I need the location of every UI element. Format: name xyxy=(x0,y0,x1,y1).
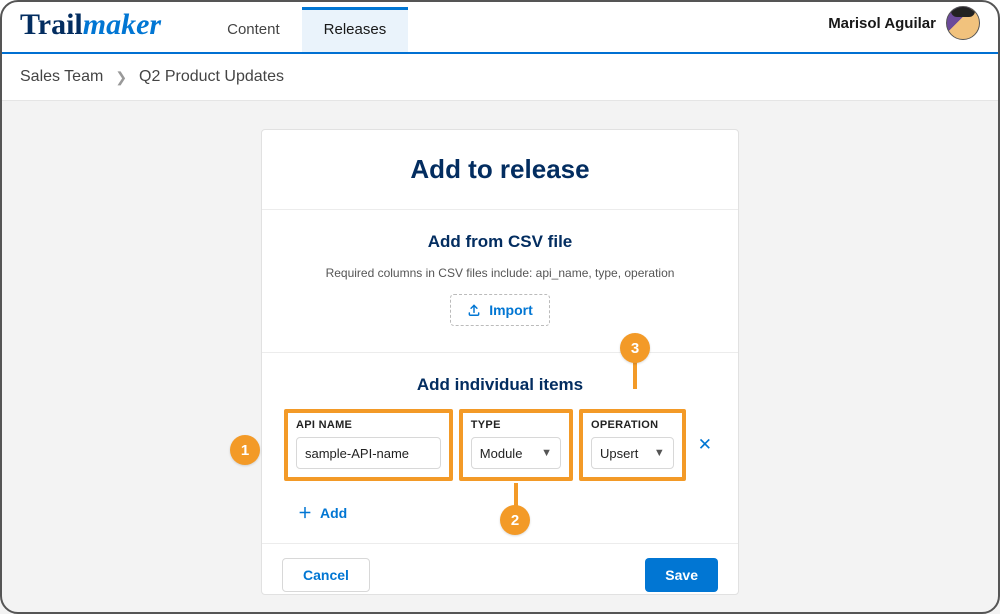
add-from-csv-heading: Add from CSV file xyxy=(284,232,716,252)
api-name-label: API NAME xyxy=(296,419,441,431)
operation-field: OPERATION Upsert ▼ xyxy=(579,409,686,481)
primary-tabs: Content Releases xyxy=(205,0,408,52)
operation-select[interactable]: Upsert ▼ xyxy=(591,437,674,469)
callout-1: 1 xyxy=(230,435,260,465)
item-row: API NAME sample-API-name TYPE Module ▼ O… xyxy=(284,409,716,481)
tab-content[interactable]: Content xyxy=(205,7,302,52)
type-select[interactable]: Module ▼ xyxy=(471,437,561,469)
remove-row-button[interactable]: ✕ xyxy=(694,435,716,455)
type-field: TYPE Module ▼ xyxy=(459,409,573,481)
current-user-name: Marisol Aguilar xyxy=(828,15,936,32)
api-name-field: API NAME sample-API-name xyxy=(284,409,453,481)
api-name-input[interactable]: sample-API-name xyxy=(296,437,441,469)
page-title: Add to release xyxy=(262,130,738,210)
top-bar: Trailmaker Content Releases Marisol Agui… xyxy=(0,0,1000,54)
chevron-down-icon: ▼ xyxy=(654,447,665,459)
type-label: TYPE xyxy=(471,419,561,431)
avatar[interactable] xyxy=(946,6,980,40)
brand-logo: Trailmaker xyxy=(20,8,161,52)
tab-releases[interactable]: Releases xyxy=(302,7,409,52)
add-row-button[interactable]: ＋ Add xyxy=(298,503,347,523)
operation-label: OPERATION xyxy=(591,419,674,431)
csv-hint: Required columns in CSV files include: a… xyxy=(284,266,716,280)
card-footer: Cancel Save xyxy=(262,544,738,594)
breadcrumb-root[interactable]: Sales Team xyxy=(20,68,103,86)
add-to-release-card: Add to release Add from CSV file Require… xyxy=(261,129,739,595)
add-individual-heading: Add individual items xyxy=(284,375,716,395)
import-button[interactable]: Import xyxy=(450,294,550,326)
callout-3-stem xyxy=(633,359,637,389)
add-individual-section: 1 2 3 Add individual items API NAME samp… xyxy=(262,353,738,544)
plus-icon: ＋ xyxy=(298,503,312,523)
save-button[interactable]: Save xyxy=(645,558,718,592)
callout-2-stem xyxy=(514,483,518,507)
callout-3: 3 xyxy=(620,333,650,363)
breadcrumb: Sales Team ❯ Q2 Product Updates xyxy=(0,54,1000,101)
callout-2: 2 xyxy=(500,505,530,535)
upload-icon xyxy=(467,303,481,317)
breadcrumb-current: Q2 Product Updates xyxy=(139,68,284,86)
cancel-button[interactable]: Cancel xyxy=(282,558,370,592)
add-from-csv-section: Add from CSV file Required columns in CS… xyxy=(262,210,738,353)
chevron-down-icon: ▼ xyxy=(541,447,552,459)
chevron-right-icon: ❯ xyxy=(115,69,127,86)
